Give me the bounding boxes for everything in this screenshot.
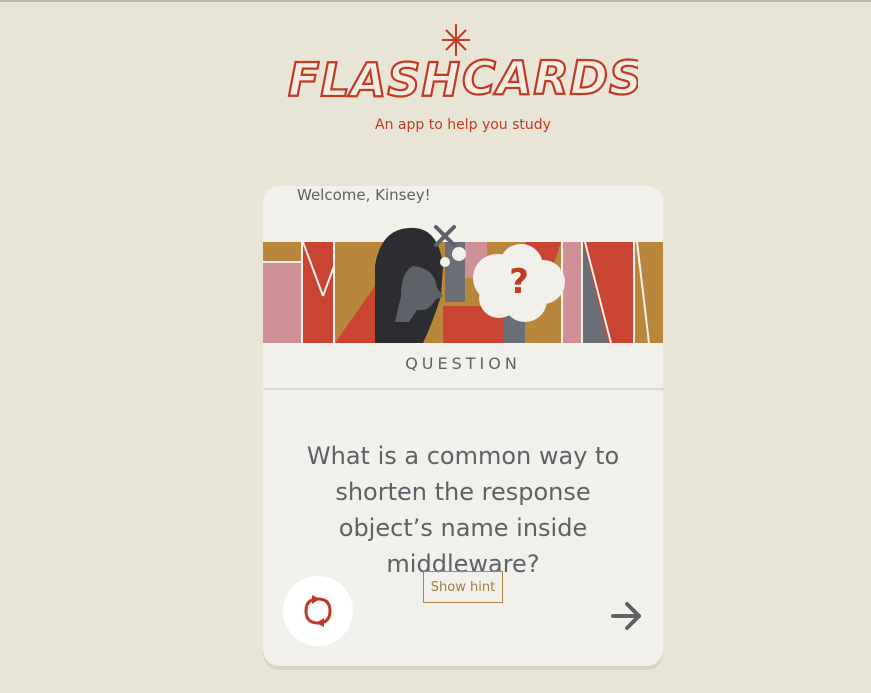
question-text: What is a common way to shorten the resp…: [306, 442, 620, 578]
flash-cards-logo: FLASH CARDS: [287, 24, 638, 104]
flip-icon: [304, 595, 332, 627]
welcome-message: Welcome, Kinsey!: [297, 186, 431, 204]
question-mark-icon: ?: [509, 262, 529, 302]
divider: [263, 388, 663, 390]
arrow-right-icon[interactable]: [609, 598, 645, 634]
svg-text:CARDS: CARDS: [462, 51, 638, 104]
close-icon[interactable]: [433, 224, 459, 250]
card-side-label: QUESTION: [405, 354, 521, 373]
flip-card-button[interactable]: [283, 576, 353, 646]
question-illustration: ?: [263, 227, 663, 343]
window-top-border: [0, 0, 871, 2]
flash-card: Welcome, Kinsey! ? QUESTION What is a co…: [263, 186, 663, 666]
svg-text:FLASH: FLASH: [288, 53, 461, 104]
tagline: An app to help you study: [375, 117, 551, 133]
show-hint-button[interactable]: Show hint: [423, 571, 503, 603]
